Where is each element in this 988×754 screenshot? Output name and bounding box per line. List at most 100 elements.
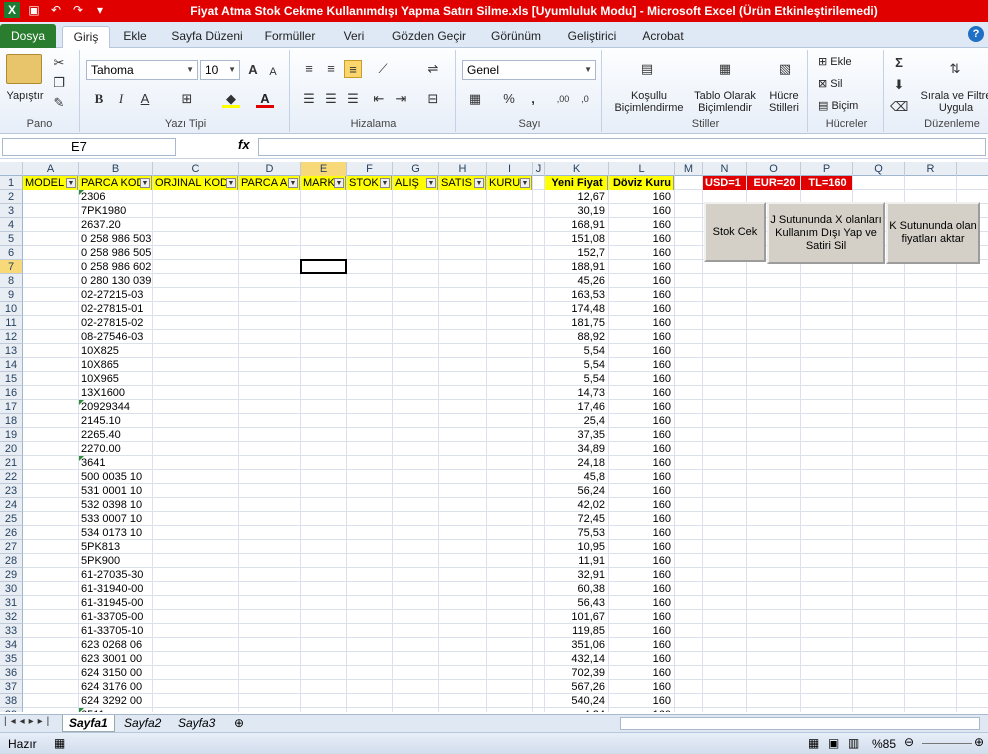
filter-dropdown-icon[interactable]: ▼ [426, 178, 436, 188]
doviz-kuru-cell[interactable]: 160 [609, 288, 674, 302]
column-header-r[interactable]: R [905, 162, 957, 176]
filter-dropdown-icon[interactable]: ▼ [334, 178, 344, 188]
doviz-kuru-cell[interactable]: 160 [609, 652, 674, 666]
row-header[interactable]: 7 [0, 260, 23, 274]
new-sheet-icon[interactable]: ⊕ [228, 715, 250, 732]
row-header[interactable]: 33 [0, 624, 23, 638]
align-left-icon[interactable]: ☰ [300, 90, 318, 108]
yeni-fiyat-cell[interactable]: 11,91 [545, 554, 608, 568]
parca-kod-cell[interactable]: 61-33705-00 [79, 610, 152, 624]
column-header-o[interactable]: O [747, 162, 801, 176]
doviz-kuru-cell[interactable]: 160 [609, 274, 674, 288]
row-header[interactable]: 10 [0, 302, 23, 316]
row-header[interactable]: 26 [0, 526, 23, 540]
column-header-f[interactable]: F [347, 162, 393, 176]
zoom-slider[interactable] [922, 743, 972, 744]
number-format-select[interactable]: Genel ▼ [462, 60, 596, 80]
yeni-fiyat-cell[interactable]: 567,26 [545, 680, 608, 694]
yeni-fiyat-cell[interactable]: 432,14 [545, 652, 608, 666]
orientation-icon[interactable]: ⟋ [374, 60, 392, 78]
row-header[interactable]: 24 [0, 498, 23, 512]
active-cell-e7[interactable] [300, 259, 347, 274]
column-header-g[interactable]: G [393, 162, 439, 176]
column-header-j[interactable]: J [533, 162, 545, 176]
header-cell-h[interactable]: SATIS ▼ [439, 176, 486, 190]
parca-kod-cell[interactable]: 624 3292 00 [79, 694, 152, 708]
doviz-kuru-cell[interactable]: 160 [609, 708, 674, 712]
filter-dropdown-icon[interactable]: ▼ [288, 178, 298, 188]
column-header-e[interactable]: E [301, 162, 347, 176]
row-header[interactable]: 29 [0, 568, 23, 582]
row-header[interactable]: 21 [0, 456, 23, 470]
filter-dropdown-icon[interactable]: ▼ [66, 178, 76, 188]
yeni-fiyat-cell[interactable]: 152,7 [545, 246, 608, 260]
sheet-nav-arrows-icon[interactable]: |◂◂▸▸| [4, 716, 53, 727]
column-header-i[interactable]: I [487, 162, 533, 176]
doviz-kuru-cell[interactable]: 160 [609, 414, 674, 428]
tab-görünüm[interactable]: Görünüm [480, 26, 552, 48]
parca-kod-cell[interactable]: 623 3001 00 [79, 652, 152, 666]
parca-kod-cell[interactable]: 0 258 986 503 [79, 232, 152, 246]
doviz-kuru-cell[interactable]: 160 [609, 638, 674, 652]
parca-kod-cell[interactable]: 20929344 [79, 400, 152, 414]
yeni-fiyat-cell[interactable]: 163,53 [545, 288, 608, 302]
row-header[interactable]: 2 [0, 190, 23, 204]
doviz-kuru-cell[interactable]: 160 [609, 358, 674, 372]
autosum-icon[interactable]: Σ [890, 54, 908, 72]
row-header[interactable]: 35 [0, 652, 23, 666]
insert-function-icon[interactable]: fx [238, 137, 250, 152]
parca-kod-cell[interactable]: 534 0173 10 [79, 526, 152, 540]
sheet-tab-sayfa2[interactable]: Sayfa2 [118, 715, 167, 732]
parca-kod-cell[interactable]: 61-27035-30 [79, 568, 152, 582]
yeni-fiyat-cell[interactable]: 10,95 [545, 540, 608, 554]
parca-kod-cell[interactable]: 61-31945-00 [79, 596, 152, 610]
decrease-decimal-icon[interactable]: ,0 [576, 90, 594, 108]
tab-gözden-geçir[interactable]: Gözden Geçir [386, 26, 472, 48]
cell-styles-button[interactable]: Hücre Stilleri [760, 90, 808, 114]
borders-icon[interactable]: ⊞ [178, 90, 196, 108]
copy-icon[interactable]: ❐ [50, 74, 68, 92]
parca-kod-cell[interactable]: 10X965 [79, 372, 152, 386]
yeni-fiyat-cell[interactable]: 42,02 [545, 498, 608, 512]
header-cell-l[interactable]: Döviz Kuru [609, 176, 674, 190]
doviz-kuru-cell[interactable]: 160 [609, 512, 674, 526]
row-header[interactable]: 6 [0, 246, 23, 260]
doviz-kuru-cell[interactable]: 160 [609, 442, 674, 456]
align-right-icon[interactable]: ☰ [344, 90, 362, 108]
header-cell-k[interactable]: Yeni Fiyat [545, 176, 608, 190]
doviz-kuru-cell[interactable]: 160 [609, 372, 674, 386]
yeni-fiyat-cell[interactable]: 56,24 [545, 484, 608, 498]
delete-cells-button[interactable]: ⊠ Sil [818, 78, 843, 90]
doviz-kuru-cell[interactable]: 160 [609, 204, 674, 218]
doviz-kuru-cell[interactable]: 160 [609, 456, 674, 470]
yeni-fiyat-cell[interactable]: 174,48 [545, 302, 608, 316]
column-header-l[interactable]: L [609, 162, 675, 176]
row-header[interactable]: 12 [0, 330, 23, 344]
header-cell-c[interactable]: ORJINAL KODU ▼ [153, 176, 238, 190]
parca-kod-cell[interactable]: 624 3176 00 [79, 680, 152, 694]
name-box[interactable]: E7 [2, 138, 176, 156]
tab-dosya[interactable]: Dosya [0, 24, 56, 48]
fill-color-icon[interactable]: ◆ [222, 90, 240, 108]
yeni-fiyat-cell[interactable]: 540,24 [545, 694, 608, 708]
yeni-fiyat-cell[interactable]: 181,75 [545, 316, 608, 330]
doviz-kuru-cell[interactable]: 160 [609, 246, 674, 260]
column-header-a[interactable]: A [23, 162, 79, 176]
yeni-fiyat-cell[interactable]: 119,85 [545, 624, 608, 638]
doviz-kuru-cell[interactable]: 160 [609, 386, 674, 400]
row-header[interactable]: 5 [0, 232, 23, 246]
row-header[interactable]: 38 [0, 694, 23, 708]
tab-giriş[interactable]: Giriş [62, 26, 110, 49]
yeni-fiyat-cell[interactable]: 17,46 [545, 400, 608, 414]
row-header[interactable]: 39 [0, 708, 23, 712]
align-bottom-icon[interactable]: ≡ [344, 60, 362, 78]
decrease-indent-icon[interactable]: ⇤ [370, 90, 388, 108]
doviz-kuru-cell[interactable]: 160 [609, 582, 674, 596]
row-header[interactable]: 30 [0, 582, 23, 596]
tab-formüller[interactable]: Formüller [258, 26, 322, 48]
sheet-tab-sayfa3[interactable]: Sayfa3 [172, 715, 221, 732]
kullanim-disi-sil-button[interactable]: J Sutununda X olanları Kullanım Dışı Yap… [767, 202, 885, 264]
row-header[interactable]: 18 [0, 414, 23, 428]
parca-kod-cell[interactable]: 624 3150 00 [79, 666, 152, 680]
row-header[interactable]: 11 [0, 316, 23, 330]
